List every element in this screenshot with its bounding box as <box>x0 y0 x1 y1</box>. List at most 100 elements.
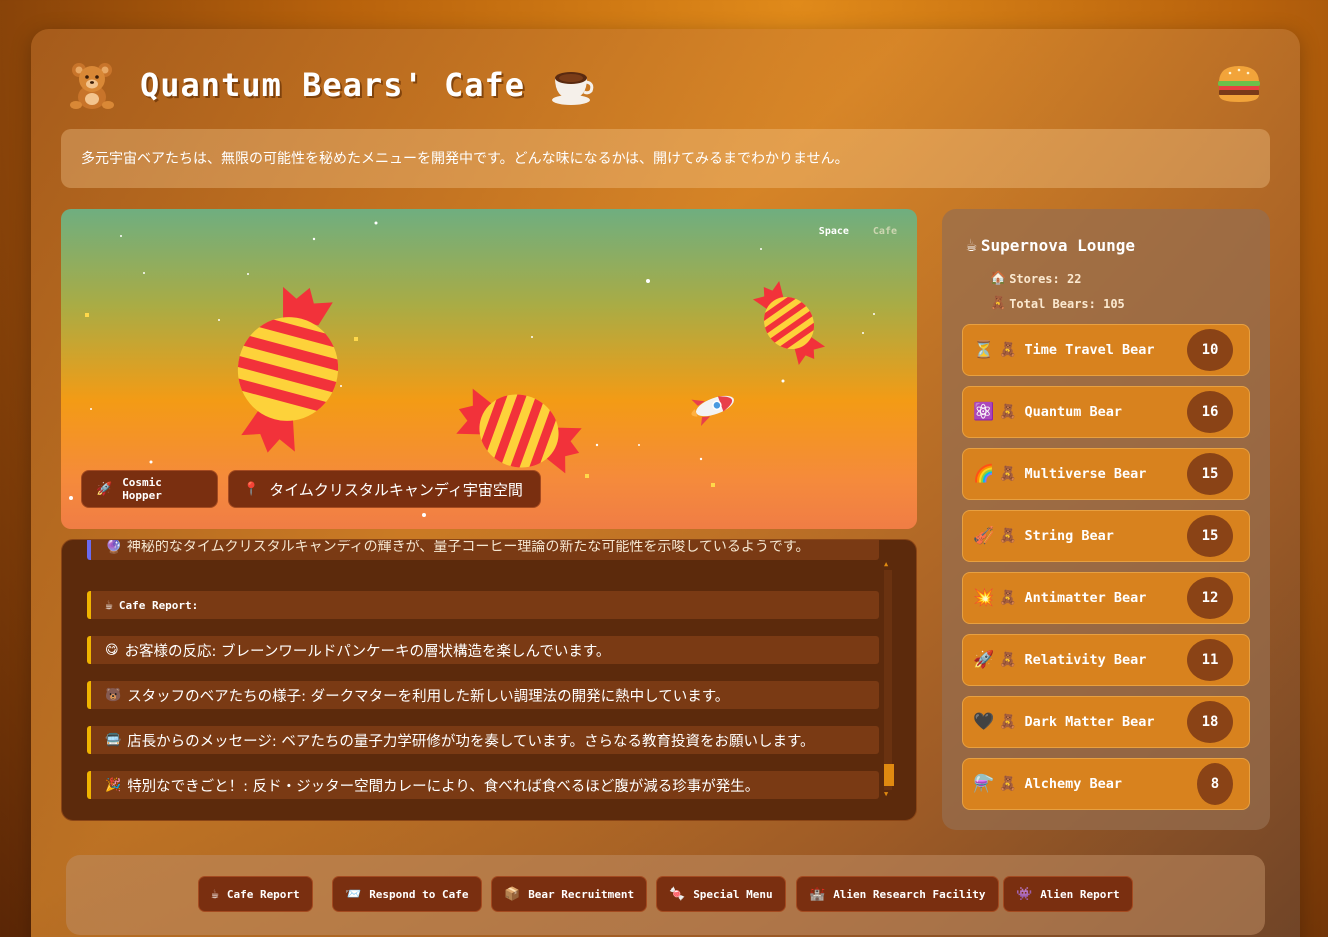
bear-count: 10 <box>1187 329 1233 371</box>
button-label: Alien Research Facility <box>833 887 986 901</box>
button-label: Bear Recruitment <box>528 887 635 901</box>
bears-stat: 🧸 Total Bears: 105 <box>990 296 1125 311</box>
log-entry-text: お客様の反応: ブレーンワールドパンケーキの層状構造を楽しんでいます。 <box>124 643 611 660</box>
log-heading: ☕ Cafe Report: <box>87 591 879 619</box>
rainbow-icon: 🌈 <box>973 464 995 484</box>
button-label: Cafe Report <box>226 887 300 901</box>
candy-icon: 🍬 <box>669 886 686 902</box>
lounge-title: ☕ Supernova Lounge <box>966 235 1135 256</box>
stores-stat: 🏠 Stores: 22 <box>990 271 1081 286</box>
log-entry-text: スタッフのベアたちの様子: ダークマターを利用した新しい調理法の開発に熱中してい… <box>127 688 730 705</box>
location-chip[interactable]: 📍 タイムクリスタルキャンディ宇宙空間 <box>228 470 541 508</box>
bear-name: Quantum Bear <box>1024 404 1122 420</box>
bear-name: Time Travel Bear <box>1024 342 1155 358</box>
atom-icon: ⚛️ <box>973 402 995 422</box>
button-label: Special Menu <box>693 887 773 901</box>
app-title: Quantum Bears' Cafe <box>140 66 526 104</box>
bear-item-quantum[interactable]: ⚛️ 🧸 Quantum Bear 16 <box>962 386 1250 438</box>
bear-item-relativity[interactable]: 🚀 🧸 Relativity Bear 11 <box>962 634 1250 686</box>
special-menu-button[interactable]: 🍬 Special Menu <box>656 876 786 912</box>
cafe-report-button[interactable]: ☕ Cafe Report <box>198 876 313 912</box>
coffee-icon: ☕ <box>105 597 113 613</box>
candy-small <box>752 281 826 365</box>
bear-name: String Bear <box>1024 528 1114 544</box>
bear-name: Relativity Bear <box>1024 652 1147 668</box>
burger-icon[interactable] <box>1216 64 1262 104</box>
bear-count: 15 <box>1187 515 1233 557</box>
log-entry-text: 店長からのメッセージ: ベアたちの量子力学研修が功を奏しています。さらなる教育投… <box>127 733 815 750</box>
coffee-icon: ☕ <box>211 886 219 902</box>
collision-icon: 💥 <box>973 588 995 608</box>
respond-to-cafe-button[interactable]: 📨 Respond to Cafe <box>332 876 482 912</box>
rocket-icon <box>691 395 734 426</box>
bear-count: 12 <box>1187 577 1233 619</box>
log-entry: 🔮 神秘的なタイムクリスタルキャンディの輝きが、量子コーヒー理論の新たな可能性を… <box>87 540 879 560</box>
black-heart-icon: 🖤 <box>973 712 995 732</box>
hourglass-icon: ⏳ <box>973 340 995 360</box>
teddy-bear-icon: 🧸 <box>999 776 1017 792</box>
bear-item-dark-matter[interactable]: 🖤 🧸 Dark Matter Bear 18 <box>962 696 1250 748</box>
space-scene: Space Cafe 🚀 Cosmic Hopper 📍 タイムクリスタルキャン… <box>61 209 917 529</box>
alien-icon: 👾 <box>1016 886 1033 902</box>
bear-name: Dark Matter Bear <box>1024 714 1155 730</box>
log-scrollbar[interactable]: ▲ ▼ <box>882 560 894 800</box>
location-label: タイムクリスタルキャンディ宇宙空間 <box>269 480 523 499</box>
scene-nav: Space Cafe <box>819 226 897 237</box>
coffee-icon: ☕ <box>966 235 977 256</box>
envelope-icon: 📨 <box>345 886 362 902</box>
candy-large <box>226 286 350 453</box>
bears-label: Total Bears: 105 <box>1009 296 1125 311</box>
bear-name: Antimatter Bear <box>1024 590 1147 606</box>
nav-space[interactable]: Space <box>819 226 849 237</box>
button-label: Alien Report <box>1040 887 1120 901</box>
app-header: Quantum Bears' Cafe <box>66 55 595 115</box>
stores-label: Stores: 22 <box>1009 271 1082 286</box>
teddy-bear-icon: 🧸 <box>999 404 1017 420</box>
teddy-bear-icon: 🧸 <box>990 296 1007 311</box>
bear-item-time-travel[interactable]: ⏳ 🧸 Time Travel Bear 10 <box>962 324 1250 376</box>
cafe-log[interactable]: 🔮 神秘的なタイムクリスタルキャンディの輝きが、量子コーヒー理論の新たな可能性を… <box>61 539 917 821</box>
bear-name: Alchemy Bear <box>1024 776 1122 792</box>
scroll-thumb[interactable] <box>884 764 894 786</box>
rocket-icon: 🚀 <box>96 481 113 497</box>
bear-count: 11 <box>1187 639 1233 681</box>
castle-icon: 🏰 <box>809 886 826 902</box>
button-label: Respond to Cafe <box>369 887 469 901</box>
vehicle-chip[interactable]: 🚀 Cosmic Hopper <box>81 470 218 508</box>
teddy-bear-icon: 🧸 <box>999 528 1017 544</box>
bear-item-alchemy[interactable]: ⚗️ 🧸 Alchemy Bear 8 <box>962 758 1250 810</box>
log-entry-text: 特別なできごと！: 反ド・ジッター空間カレーにより、食べれば食べるほど腹が減る珍… <box>127 778 760 795</box>
scroll-down-icon[interactable]: ▼ <box>884 790 888 798</box>
nav-cafe[interactable]: Cafe <box>873 226 897 237</box>
rocket-icon: 🚀 <box>973 650 995 670</box>
scroll-up-icon[interactable]: ▲ <box>884 560 888 568</box>
teddy-bear-icon <box>70 63 114 109</box>
bear-name: Multiverse Bear <box>1024 466 1147 482</box>
bear-item-antimatter[interactable]: 💥 🧸 Antimatter Bear 12 <box>962 572 1250 624</box>
lounge-title-label: Supernova Lounge <box>980 236 1135 255</box>
bus-icon: 🚍 <box>105 732 122 748</box>
bear-item-multiverse[interactable]: 🌈 🧸 Multiverse Bear 15 <box>962 448 1250 500</box>
bear-recruitment-button[interactable]: 📦 Bear Recruitment <box>491 876 648 912</box>
teddy-bear-icon: 🧸 <box>999 714 1017 730</box>
teddy-bear-icon: 🧸 <box>999 652 1017 668</box>
action-bar: ☕ Cafe Report 📨 Respond to Cafe 📦 Bear R… <box>66 855 1265 935</box>
lounge-sidebar: ☕ Supernova Lounge 🏠 Stores: 22 🧸 Total … <box>942 209 1270 830</box>
vehicle-label: Cosmic Hopper <box>122 476 162 502</box>
log-entry: 🐻 スタッフのベアたちの様子: ダークマターを利用した新しい調理法の開発に熱中し… <box>87 681 879 709</box>
bear-face-icon: 🐻 <box>105 687 122 703</box>
alien-research-facility-button[interactable]: 🏰 Alien Research Facility <box>796 876 999 912</box>
log-entry: 🚍 店長からのメッセージ: ベアたちの量子力学研修が功を奏しています。さらなる教… <box>87 726 879 754</box>
bear-count: 16 <box>1187 391 1233 433</box>
bear-count: 15 <box>1187 453 1233 495</box>
alembic-icon: ⚗️ <box>973 774 995 794</box>
pin-icon: 📍 <box>243 481 260 497</box>
teddy-bear-icon: 🧸 <box>999 342 1017 358</box>
bear-item-string[interactable]: 🎻 🧸 String Bear 15 <box>962 510 1250 562</box>
cafe-description: 多元宇宙ベアたちは、無限の可能性を秘めたメニューを開発中です。どんな味になるかは… <box>61 129 1270 188</box>
bear-count: 18 <box>1187 701 1233 743</box>
log-entry: 😋 お客様の反応: ブレーンワールドパンケーキの層状構造を楽しんでいます。 <box>87 636 879 664</box>
house-icon: 🏠 <box>990 271 1007 286</box>
coffee-cup-icon <box>552 72 594 105</box>
alien-report-button[interactable]: 👾 Alien Report <box>1003 876 1133 912</box>
